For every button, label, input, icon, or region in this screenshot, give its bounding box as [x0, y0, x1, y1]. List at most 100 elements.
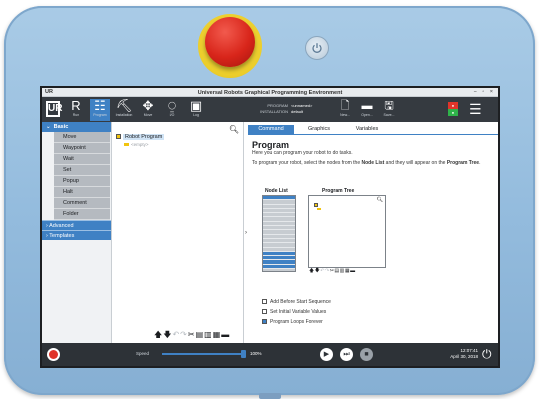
checkbox-unchecked-icon[interactable]	[262, 309, 267, 314]
sidebar-item-waypoint[interactable]: Waypoint	[54, 143, 110, 154]
program-icon: ☷	[94, 98, 106, 113]
speed-slider-handle[interactable]	[241, 350, 246, 358]
run-icon: R	[71, 98, 81, 113]
node-sidebar: ⌄ Basic Move Waypoint Wait Set Popup Halt Comme…	[42, 122, 112, 343]
checkbox-label: Add Before Start Sequence	[270, 299, 331, 305]
move-up-icon[interactable]: 🡅	[154, 330, 163, 339]
toolbar-program-button[interactable]: ☷ Program	[90, 99, 110, 121]
desc-node-list: Node List	[361, 160, 385, 166]
copy-icon[interactable]: ▤	[196, 330, 205, 339]
toolbar-item-label: Log	[193, 113, 199, 117]
installation-value: default	[291, 109, 304, 114]
toolbar-installation-button[interactable]: ⛏ Installation	[114, 99, 134, 121]
save-icon: 🖫	[384, 100, 394, 112]
paste-icon[interactable]: ▥	[204, 330, 213, 339]
play-button[interactable]: ▶	[320, 348, 333, 361]
toolbar-run-button[interactable]: R Run	[66, 99, 86, 121]
save-file-button[interactable]: 🖫 Save...	[380, 100, 398, 117]
emergency-stop-button[interactable]	[205, 17, 255, 67]
io-icon: ⍜	[168, 98, 176, 113]
toolbar-item-label: Run	[72, 113, 80, 117]
window-controls[interactable]: − ◦ ×	[474, 89, 495, 95]
checkbox-set-initial-variable-values[interactable]: Set Initial Variable Values	[262, 309, 326, 315]
robot-status-indicator[interactable]: ● ●	[448, 102, 458, 116]
clock-date: April 30, 2018	[450, 354, 478, 359]
checkbox-add-before-start-sequence[interactable]: Add Before Start Sequence	[262, 299, 331, 305]
page-description: To program your robot, select the nodes …	[252, 160, 492, 167]
chevron-right-icon: ›	[46, 223, 48, 229]
sidebar-item-comment[interactable]: Comment	[54, 198, 110, 209]
power-icon	[312, 43, 322, 53]
installation-key: INSTALLATION	[260, 109, 288, 114]
toolbar-item-label: I/O	[169, 113, 175, 117]
pendant-cable-notch	[259, 393, 281, 399]
program-tree-preview: 🔍︎	[308, 195, 386, 268]
speed-slider[interactable]	[162, 353, 244, 355]
sidebar-item-wait[interactable]: Wait	[54, 154, 110, 165]
bottom-status-bar: Speed 100% ▶ ⏭ ■ 12:07:41 April 30, 2018 ⏻	[42, 343, 498, 366]
program-info: PROGRAM <unnamed> INSTALLATION default	[256, 103, 312, 115]
sidebar-item-halt[interactable]: Halt	[54, 187, 110, 198]
toolbar-log-button[interactable]: ▣ Log	[186, 99, 206, 121]
ur-logo-icon: UR	[46, 101, 62, 117]
status-green-icon: ●	[448, 109, 458, 116]
status-red-icon: ●	[448, 102, 458, 109]
empty-node-icon	[317, 208, 321, 210]
window-title: Universal Robots Graphical Programming E…	[197, 89, 343, 96]
tree-child-label: <empty>	[131, 142, 149, 147]
checkbox-unchecked-icon[interactable]	[262, 299, 267, 304]
record-button[interactable]	[47, 348, 60, 361]
toolbar-item-label: Installation	[115, 113, 133, 117]
delete-icon: ▬	[350, 268, 356, 274]
node-list-preview-row	[263, 264, 295, 270]
tab-underline	[248, 134, 498, 135]
sidebar-group-advanced[interactable]: › Advanced	[42, 220, 111, 230]
tree-node-empty[interactable]: <empty>	[124, 142, 149, 147]
search-icon: 🔍︎	[376, 197, 383, 203]
collapse-panel-arrow-icon[interactable]: ›	[245, 230, 247, 236]
checkbox-checked-icon[interactable]	[262, 319, 267, 324]
sidebar-item-folder[interactable]: Folder	[54, 209, 110, 220]
command-panel: Command Graphics Variables Program Here yo…	[248, 122, 498, 343]
stop-button[interactable]: ■	[360, 348, 373, 361]
chevron-right-icon: ›	[46, 233, 48, 239]
delete-icon[interactable]: ▬	[221, 330, 230, 339]
tab-command[interactable]: Command	[248, 125, 294, 134]
file-button-label: Save...	[383, 113, 395, 117]
cut-icon[interactable]: ✂	[188, 330, 196, 339]
node-list-preview	[262, 195, 296, 272]
empty-node-icon	[124, 143, 129, 146]
sidebar-item-set[interactable]: Set	[54, 165, 110, 176]
hamburger-menu-icon[interactable]: ☰	[469, 102, 482, 116]
speed-value: 100%	[250, 351, 262, 356]
pendant-power-button[interactable]	[305, 36, 329, 60]
speed-slider-fill	[162, 353, 244, 355]
search-icon[interactable]: 🔍︎	[229, 125, 239, 134]
sidebar-group-basic[interactable]: ⌄ Basic	[42, 122, 111, 132]
toolbar-item-label: Program	[93, 113, 107, 117]
toolbar-move-button[interactable]: ✥ Move	[138, 99, 158, 121]
page-subtitle: Here you can program your robot to do ta…	[252, 150, 353, 156]
toolbar-io-button[interactable]: ⍜ I/O	[162, 99, 182, 121]
page-title: Program	[252, 140, 290, 150]
program-tree-pane: 🔍︎ Robot Program <empty> 🡅🡇↶↷✂▤▥▦▬	[112, 122, 244, 343]
tab-variables[interactable]: Variables	[344, 125, 390, 134]
tree-node-robot-program[interactable]: Robot Program	[116, 134, 165, 140]
tab-graphics[interactable]: Graphics	[296, 125, 342, 134]
sidebar-item-move[interactable]: Move	[54, 132, 110, 143]
sidebar-group-advanced-label: Advanced	[49, 223, 74, 229]
duplicate-icon[interactable]: ▦	[213, 330, 222, 339]
checkbox-program-loops-forever[interactable]: Program Loops Forever	[262, 319, 323, 325]
sidebar-item-popup[interactable]: Popup	[54, 176, 110, 187]
open-file-button[interactable]: ▬ Open...	[358, 100, 376, 117]
checkbox-label: Set Initial Variable Values	[270, 309, 327, 315]
sidebar-group-templates[interactable]: › Templates	[42, 230, 111, 240]
power-off-icon[interactable]: ⏻	[482, 347, 492, 361]
step-button[interactable]: ⏭	[340, 348, 353, 361]
redo-icon[interactable]: ↷	[180, 330, 188, 339]
new-file-button[interactable]: 🗋 New...	[336, 100, 354, 117]
sidebar-group-templates-label: Templates	[49, 233, 75, 239]
checkbox-label: Program Loops Forever	[270, 319, 323, 325]
log-icon: ▣	[189, 98, 203, 113]
toolbar-item-label: Move	[143, 113, 153, 117]
